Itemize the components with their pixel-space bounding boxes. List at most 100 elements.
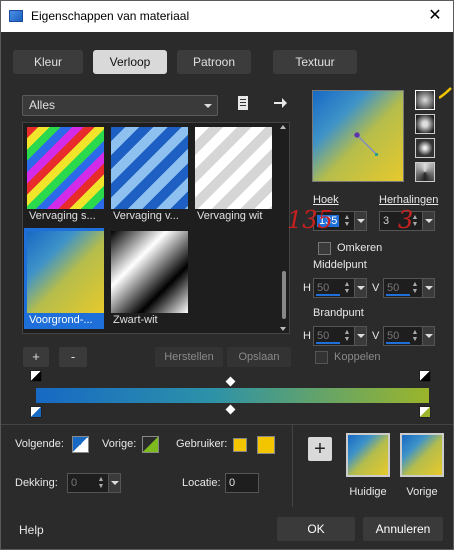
scroll-down-icon[interactable] <box>280 327 286 331</box>
center-h-dropdown-button[interactable] <box>354 279 366 297</box>
focal-h-slider[interactable] <box>316 342 340 344</box>
focal-v-label: V <box>372 330 380 342</box>
focal-h-spinner[interactable]: 50 ▲ ▼ <box>313 326 367 346</box>
column-divider <box>292 425 293 507</box>
invert-label: Omkeren <box>337 242 383 254</box>
gallery-item-label: Vervaging v... <box>113 210 179 222</box>
category-dropdown-value: Alles <box>29 98 56 112</box>
rectangular-style-button[interactable] <box>415 114 435 134</box>
close-button[interactable]: ✕ <box>425 5 445 27</box>
repeats-value: 3 <box>383 215 390 227</box>
gallery-item-voorgrond[interactable]: Voorgrond-... <box>24 228 104 329</box>
angle-dropdown-button[interactable] <box>354 212 366 230</box>
center-v-spinner[interactable]: 50 ▲ ▼ <box>383 278 435 298</box>
user-color-swatch[interactable] <box>257 436 275 454</box>
location-input[interactable]: 0 <box>225 473 259 493</box>
next-label: Volgende: <box>15 438 64 450</box>
center-h-slider[interactable] <box>316 294 340 296</box>
opacity-midpoint[interactable] <box>225 376 236 387</box>
location-value: 0 <box>229 477 236 489</box>
gradient-editor-bar[interactable] <box>36 388 429 403</box>
center-v-dropdown-button[interactable] <box>422 279 434 297</box>
spin-arrows-icon[interactable]: ▲ ▼ <box>96 476 106 490</box>
gradient-preview[interactable] <box>312 90 404 182</box>
repeats-label-text: Herhalingen <box>379 194 439 206</box>
link-checkbox[interactable] <box>315 351 328 364</box>
tab-patroon[interactable]: Patroon <box>177 50 251 74</box>
previous-label: Vorige: <box>102 438 137 450</box>
opacity-label: Dekking: <box>15 477 58 489</box>
opacity-spinner[interactable]: 0 ▲ ▼ <box>67 473 121 493</box>
titlebar: Eigenschappen van materiaal ✕ <box>1 1 453 32</box>
scroll-up-icon[interactable] <box>280 125 286 129</box>
previous-color-swatch[interactable] <box>142 436 159 453</box>
invert-checkbox[interactable] <box>318 242 331 255</box>
center-v-value: 50 <box>387 282 400 294</box>
focal-h-dropdown-button[interactable] <box>354 327 366 345</box>
focal-v-slider[interactable] <box>386 342 410 344</box>
radial-style-button[interactable] <box>415 138 435 158</box>
focal-v-spinner[interactable]: 50 ▲ ▼ <box>383 326 435 346</box>
center-v-slider[interactable] <box>386 294 410 296</box>
library-icon[interactable] <box>235 95 251 111</box>
focal-v-value: 50 <box>387 330 400 342</box>
gallery-item-vervaging-wit[interactable]: Vervaging wit <box>192 124 272 225</box>
user-color-swatch-small[interactable] <box>233 438 247 452</box>
add-stop-button[interactable]: + <box>23 347 49 367</box>
gradient-thumbnail <box>111 231 188 313</box>
spin-arrows-icon[interactable]: ▲ ▼ <box>410 329 420 343</box>
opacity-dropdown-button[interactable] <box>108 474 120 492</box>
gallery-scrollbar[interactable] <box>280 125 287 331</box>
gallery-item-vervaging-s[interactable]: Vervaging s... <box>24 124 104 225</box>
gradient-thumbnail <box>111 127 188 209</box>
color-midpoint[interactable] <box>225 404 236 415</box>
color-stop-right[interactable] <box>419 406 431 418</box>
current-swatch-label: Huidige <box>349 486 387 498</box>
gradient-thumbnail <box>195 127 272 209</box>
gallery-item-label: Voorgrond-... <box>29 314 93 326</box>
current-swatch[interactable] <box>346 433 390 477</box>
opacity-stop-left[interactable] <box>30 370 42 382</box>
scrollbar-thumb[interactable] <box>282 271 286 319</box>
tab-textuur[interactable]: Textuur <box>273 50 357 74</box>
cancel-button[interactable]: Annuleren <box>363 517 443 541</box>
user-label: Gebruiker: <box>176 438 228 450</box>
tab-bar: Kleur Verloop Patroon Textuur <box>13 50 359 74</box>
category-dropdown[interactable]: Alles <box>22 95 218 116</box>
opacity-stop-right[interactable] <box>419 370 431 382</box>
restore-button[interactable]: Herstellen <box>155 347 223 367</box>
center-v-label: V <box>372 282 380 294</box>
gallery-item-vervaging-v[interactable]: Vervaging v... <box>108 124 188 225</box>
color-stop-left[interactable] <box>30 406 42 418</box>
spin-arrows-icon[interactable]: ▲ ▼ <box>342 214 352 228</box>
focal-v-dropdown-button[interactable] <box>422 327 434 345</box>
center-label: Middelpunt <box>313 259 367 271</box>
linear-style-button[interactable] <box>415 90 435 110</box>
spin-arrows-icon[interactable]: ▲ ▼ <box>342 281 352 295</box>
remove-stop-button[interactable]: - <box>59 347 87 367</box>
gallery-item-label: Vervaging wit <box>197 210 263 222</box>
chevron-down-icon <box>204 104 212 108</box>
arrow-right-icon[interactable] <box>272 95 288 111</box>
add-swatch-button[interactable]: + <box>308 437 332 461</box>
gallery-item-zwart-wit[interactable]: Zwart-wit <box>108 228 188 329</box>
gradient-thumbnail <box>27 231 104 313</box>
ok-button[interactable]: OK <box>277 517 355 541</box>
focal-label: Brandpunt <box>313 307 364 319</box>
opacity-value: 0 <box>71 477 78 489</box>
tab-verloop[interactable]: Verloop <box>93 50 167 74</box>
center-h-spinner[interactable]: 50 ▲ ▼ <box>313 278 367 298</box>
next-color-swatch[interactable] <box>72 436 89 453</box>
save-button[interactable]: Opslaan <box>227 347 291 367</box>
spin-arrows-icon[interactable]: ▲ ▼ <box>342 329 352 343</box>
help-link[interactable]: Help <box>19 523 44 537</box>
link-label: Koppelen <box>334 351 381 363</box>
material-properties-dialog: Eigenschappen van materiaal ✕ Kleur Verl… <box>0 0 454 550</box>
repeats-dropdown-button[interactable] <box>422 212 434 230</box>
spin-arrows-icon[interactable]: ▲ ▼ <box>410 281 420 295</box>
gradient-gallery: Vervaging s... Vervaging v... Vervaging … <box>22 122 290 334</box>
previous-swatch[interactable] <box>400 433 444 477</box>
tab-kleur[interactable]: Kleur <box>13 50 83 74</box>
section-divider <box>1 424 453 425</box>
sunburst-style-button[interactable] <box>415 162 435 182</box>
